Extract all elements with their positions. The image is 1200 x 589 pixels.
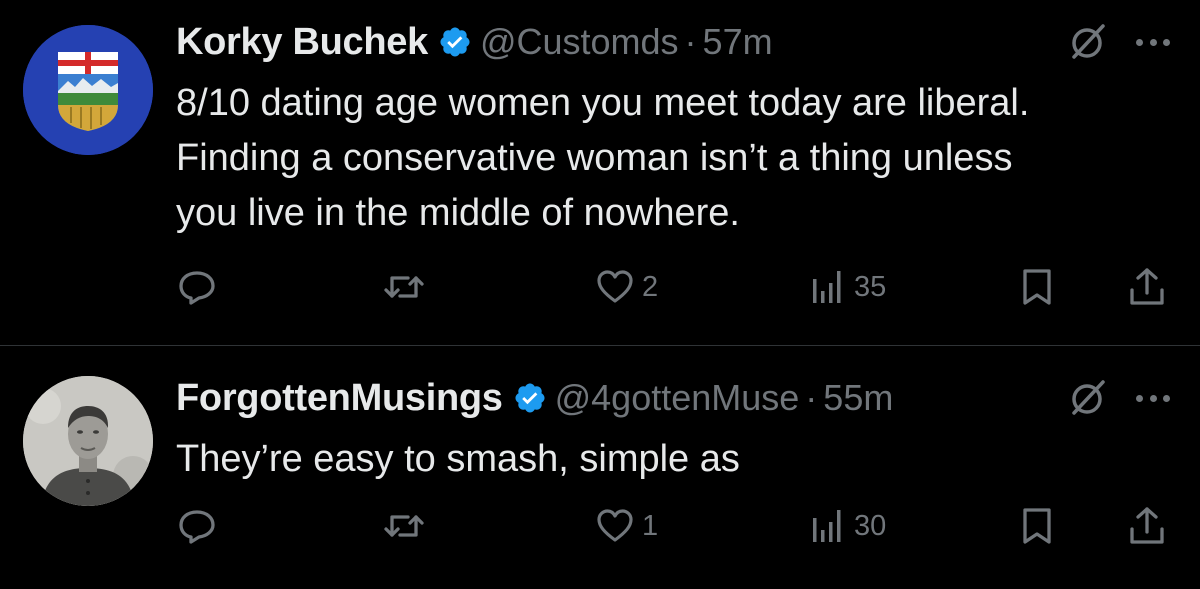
tweet[interactable]: Korky Buchek @Customds · 57m 8/10 dating… (0, 0, 1200, 345)
tweet-header: Korky Buchek @Customds · 57m (176, 17, 1170, 67)
verified-badge-icon[interactable] (513, 381, 547, 415)
tweet-text-line: 8/10 dating age women you meet today are… (176, 82, 1030, 124)
tweet-text: 8/10 dating age women you meet today are… (176, 76, 1176, 241)
views-count: 30 (854, 509, 887, 542)
like-count: 1 (642, 509, 659, 542)
heart-icon (597, 270, 633, 303)
share-button[interactable] (1126, 262, 1168, 312)
like-button[interactable]: 2 (594, 262, 658, 312)
more-icon[interactable] (1136, 37, 1170, 47)
share-icon (1130, 268, 1164, 305)
tweet-header: ForgottenMusings @4gottenMuse · 55m (176, 373, 1170, 423)
timestamp[interactable]: 57m (703, 21, 773, 63)
bookmark-icon (1023, 508, 1051, 544)
grok-icon[interactable] (1068, 22, 1108, 62)
like-count: 2 (642, 270, 659, 303)
more-icon[interactable] (1136, 393, 1170, 403)
views-icon (813, 271, 841, 303)
author-name[interactable]: ForgottenMusings (176, 377, 503, 420)
vintage-portrait-icon (23, 376, 153, 506)
alberta-coat-of-arms-icon (23, 25, 153, 155)
views-icon (813, 510, 841, 542)
retweet-button[interactable] (383, 501, 431, 551)
tweet[interactable]: ForgottenMusings @4gottenMuse · 55m They… (0, 346, 1200, 589)
tweet-text-line: Finding a conservative woman isn’t a thi… (176, 137, 1013, 179)
tweet-text: They’re easy to smash, simple as (176, 432, 1176, 487)
retweet-icon (384, 515, 424, 537)
views-count: 35 (854, 270, 887, 303)
reply-icon (179, 271, 215, 305)
bookmark-button[interactable] (1016, 262, 1058, 312)
reply-button[interactable] (176, 262, 224, 312)
reply-icon (179, 510, 215, 544)
separator-dot: · (805, 377, 818, 418)
views-button[interactable]: 30 (806, 501, 886, 551)
share-icon (1130, 507, 1164, 544)
retweet-button[interactable] (383, 262, 431, 312)
avatar[interactable] (23, 376, 153, 506)
grok-icon[interactable] (1068, 378, 1108, 418)
views-button[interactable]: 35 (806, 262, 886, 312)
action-bar: 2 35 (176, 262, 1176, 312)
tweet-text-line: They’re easy to smash, simple as (176, 438, 740, 480)
timestamp[interactable]: 55m (823, 377, 893, 419)
heart-icon (597, 509, 633, 542)
retweet-icon (384, 276, 424, 298)
like-button[interactable]: 1 (594, 501, 658, 551)
bookmark-button[interactable] (1016, 501, 1058, 551)
bookmark-icon (1023, 269, 1051, 305)
reply-button[interactable] (176, 501, 224, 551)
tweet-text-line: you live in the middle of nowhere. (176, 192, 740, 234)
author-name[interactable]: Korky Buchek (176, 21, 428, 64)
author-handle[interactable]: @4gottenMuse (555, 377, 800, 419)
verified-badge-icon[interactable] (438, 25, 472, 59)
action-bar: 1 30 (176, 501, 1176, 551)
author-handle[interactable]: @Customds (480, 21, 679, 63)
avatar[interactable] (23, 25, 153, 155)
share-button[interactable] (1126, 501, 1168, 551)
separator-dot: · (684, 21, 697, 62)
